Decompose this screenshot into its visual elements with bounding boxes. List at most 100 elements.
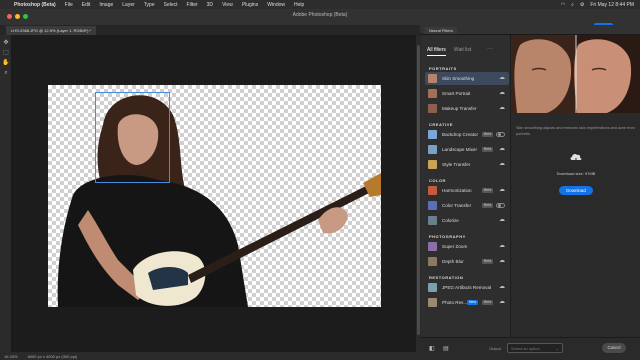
tools-panel: ✥ ⬚ ✋ ⌕: [0, 35, 12, 352]
filter-item-depth-blur[interactable]: Depth Blur Beta ☁: [425, 255, 509, 268]
move-tool-icon[interactable]: ✥: [2, 39, 10, 47]
window-title: Adobe Photoshop (Beta): [292, 12, 348, 18]
filter-label: JPEG Artifacts Removal: [442, 285, 492, 290]
show-original-icon[interactable]: ▤: [443, 345, 449, 352]
menu-file[interactable]: File: [65, 2, 73, 8]
download-size: Download size: 97MB: [556, 171, 596, 176]
new-badge: New: [467, 300, 479, 305]
filter-item-smart-portrait[interactable]: Smart Portrait ☁: [425, 87, 509, 100]
menu-photoshop-beta[interactable]: Photoshop (Beta): [14, 2, 56, 8]
filter-toggle[interactable]: [496, 203, 505, 208]
tab-wait-list[interactable]: Wait list: [454, 47, 471, 56]
section-heading-color: COLOR: [429, 178, 446, 183]
output-label: Output: [489, 346, 502, 351]
panel-header: Neural Filters: [421, 25, 640, 35]
filter-item-skin-smoothing[interactable]: Skin Smoothing ☁: [425, 72, 509, 85]
search-icon[interactable]: ⌕: [571, 2, 574, 8]
cloud-download-icon[interactable]: ☁: [499, 74, 505, 81]
status-bar: 16.33% 6000 px x 4000 px (300 ppi): [0, 352, 421, 360]
filter-item-colorize[interactable]: Colorize ☁: [425, 214, 509, 227]
filter-label: Super Zoom: [442, 244, 468, 249]
zoom-readout[interactable]: 16.33%: [4, 354, 18, 359]
cloud-download-icon[interactable]: ☁: [499, 283, 505, 290]
filter-label: Depth Blur: [442, 259, 464, 264]
document-canvas[interactable]: [48, 85, 381, 307]
panel-title-tab[interactable]: Neural Filters: [425, 27, 457, 34]
menu-plugins[interactable]: Plugins: [242, 2, 258, 8]
selection-box[interactable]: [95, 92, 170, 183]
filter-label: Color Transfer: [442, 203, 472, 208]
filter-label: Backdrop Creator: [442, 132, 479, 137]
cloud-download-icon[interactable]: ☁: [499, 186, 505, 193]
menubar-datetime[interactable]: Fri May 12 8:44 PM: [590, 2, 634, 8]
menu-filter[interactable]: Filter: [187, 2, 198, 8]
menu-type[interactable]: Type: [144, 2, 155, 8]
cloud-download-icon[interactable]: ☁: [499, 298, 505, 305]
tab-all-filters[interactable]: All filters: [427, 47, 446, 56]
filter-tabs: All filters Wait list: [427, 47, 471, 56]
menu-layer[interactable]: Layer: [122, 2, 135, 8]
menu-image[interactable]: Image: [99, 2, 113, 8]
beta-badge: Beta: [482, 259, 494, 264]
filter-label: Photo Res...: [442, 300, 468, 305]
filter-item-style-transfer[interactable]: Style Transfer ☁: [425, 158, 509, 171]
filter-thumbnail: [428, 257, 437, 266]
cloud-download-icon[interactable]: ☁: [499, 160, 505, 167]
filter-label: Makeup Transfer: [442, 106, 477, 111]
filter-label: Style Transfer: [442, 162, 471, 167]
filter-label: Landscape Mixer: [442, 147, 477, 152]
filter-thumbnail: [428, 298, 437, 307]
menu-window[interactable]: Window: [267, 2, 285, 8]
zoom-tool-icon[interactable]: ⌕: [2, 69, 10, 77]
filter-item-backdrop-creator[interactable]: Backdrop Creator Beta: [425, 128, 509, 141]
cloud-download-icon[interactable]: ☁: [499, 257, 505, 264]
section-heading-restoration: RESTORATION: [429, 275, 464, 280]
menu-view[interactable]: View: [222, 2, 233, 8]
filter-thumbnail: [428, 186, 437, 195]
cloud-download-icon[interactable]: ☁: [499, 104, 505, 111]
beta-badge: Beta: [482, 147, 494, 152]
filter-item-landscape-mixer[interactable]: Landscape Mixer Beta ☁: [425, 143, 509, 156]
cloud-download-icon: [570, 153, 582, 164]
filter-thumbnail: [428, 130, 437, 139]
filter-thumbnail: [428, 216, 437, 225]
filter-toggle[interactable]: [496, 132, 505, 137]
cancel-button[interactable]: Cancel: [602, 343, 626, 353]
layer-preview-icon[interactable]: ◧: [429, 345, 435, 352]
more-options-icon[interactable]: ···: [487, 46, 493, 52]
document-tabbar: LHS-9368.JPG @ 12.5% (Layer 1, RGB/8*) *: [0, 25, 420, 35]
output-select[interactable]: Select an option ⌄: [507, 343, 563, 353]
menu-help[interactable]: Help: [294, 2, 304, 8]
document-tab[interactable]: LHS-9368.JPG @ 12.5% (Layer 1, RGB/8*) *: [6, 26, 97, 35]
filter-item-harmonization[interactable]: Harmonization Beta ☁: [425, 184, 509, 197]
filter-item-super-zoom[interactable]: Super Zoom ☁: [425, 240, 509, 253]
filter-thumbnail: [428, 74, 437, 83]
filter-label: Smart Portrait: [442, 91, 471, 96]
section-heading-portraits: PORTRAITS: [429, 66, 457, 71]
panel-footer: ◧ ▤ Output Select an option⌄ Cancel OK: [421, 337, 640, 360]
filter-item-color-transfer[interactable]: Color Transfer Beta: [425, 199, 509, 212]
download-button[interactable]: Download: [559, 186, 593, 195]
beta-badge: Beta: [482, 203, 494, 208]
beta-badge: Beta: [482, 188, 494, 193]
cloud-download-icon[interactable]: ☁: [499, 216, 505, 223]
menu-edit[interactable]: Edit: [82, 2, 91, 8]
control-center-icon[interactable]: ⚙: [580, 2, 584, 8]
cloud-download-icon[interactable]: ☁: [499, 242, 505, 249]
beta-badge: Beta: [482, 132, 494, 137]
filter-preview-image: [512, 35, 640, 113]
menu-3d[interactable]: 3D: [207, 2, 213, 8]
wifi-icon[interactable]: ◠: [561, 2, 565, 8]
document-info[interactable]: 6000 px x 4000 px (300 ppi): [28, 354, 78, 359]
cloud-download-icon[interactable]: ☁: [499, 89, 505, 96]
filter-item-jpeg-artifacts-removal[interactable]: JPEG Artifacts Removal ☁: [425, 281, 509, 294]
menu-select[interactable]: Select: [164, 2, 178, 8]
beta-badge: Beta: [482, 300, 494, 305]
hand-tool-icon[interactable]: ✋: [2, 59, 10, 67]
filter-item-photo-res[interactable]: Photo Res... New Beta ☁: [425, 296, 509, 309]
filter-item-makeup-transfer[interactable]: Makeup Transfer ☁: [425, 102, 509, 115]
marquee-tool-icon[interactable]: ⬚: [2, 49, 10, 57]
cloud-download-icon[interactable]: ☁: [499, 145, 505, 152]
section-heading-creative: CREATIVE: [429, 122, 453, 127]
mac-menubar: Photoshop (Beta) File Edit Image Layer Type Se…: [0, 0, 640, 9]
